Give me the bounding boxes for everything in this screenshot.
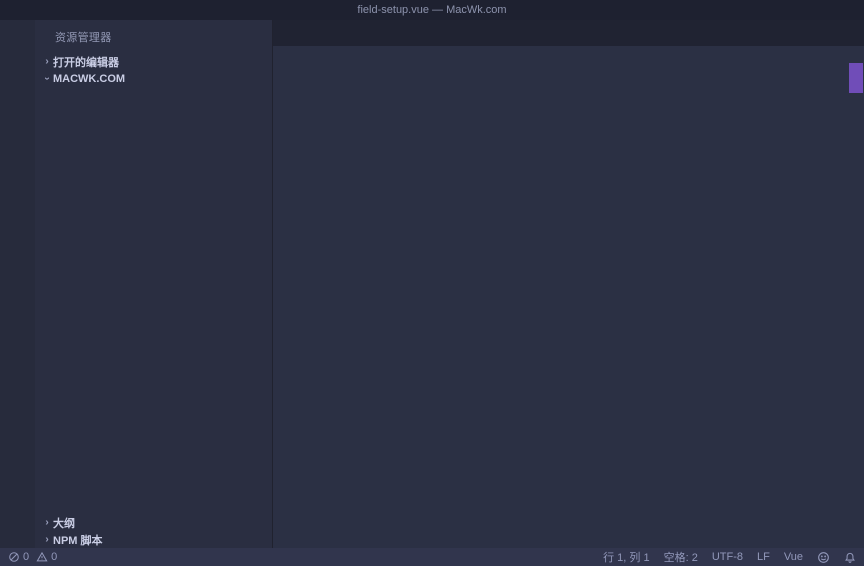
tab-bar (273, 20, 864, 46)
explorer-sidebar: 资源管理器 › 打开的编辑器 › MACWK.COM › 大纲 › NPM 脚本 (35, 20, 272, 548)
editor-group (272, 20, 864, 548)
traffic-lights (9, 4, 61, 16)
status-bar: 0 0 行 1, 列 1 空格: 2 UTF-8 LF Vue (0, 548, 864, 566)
explorer-title: 资源管理器 (35, 20, 272, 53)
open-editors-section[interactable]: › 打开的编辑器 (35, 53, 272, 70)
error-icon (8, 551, 20, 563)
notifications-bell-icon[interactable] (844, 551, 856, 564)
chevron-right-icon: › (41, 534, 53, 545)
problems-indicator[interactable]: 0 0 (8, 551, 57, 563)
minimap[interactable] (818, 63, 848, 548)
workspace-section[interactable]: › MACWK.COM (35, 70, 272, 87)
close-window-button[interactable] (9, 4, 21, 16)
vscode-window: field-setup.vue — MacWk.com 资源管理器 › 打开的编… (0, 0, 864, 566)
cursor-position[interactable]: 行 1, 列 1 (603, 549, 649, 565)
eol-setting[interactable]: LF (757, 551, 770, 563)
code-area[interactable] (273, 63, 864, 548)
warning-count: 0 (51, 551, 57, 563)
error-count: 0 (23, 551, 29, 563)
sidebar-bottom-sections: › 大纲 › NPM 脚本 (35, 514, 272, 548)
scrollbar-thumb[interactable] (849, 63, 863, 93)
chevron-right-icon: › (41, 517, 53, 528)
warning-icon (36, 551, 48, 563)
language-mode[interactable]: Vue (784, 551, 803, 563)
activity-bar (0, 20, 35, 548)
gear-icon[interactable] (0, 508, 35, 542)
outline-section[interactable]: › 大纲 (35, 514, 272, 531)
chevron-right-icon: › (41, 56, 53, 67)
chevron-down-icon: › (42, 73, 53, 85)
workspace-label: MACWK.COM (53, 73, 125, 85)
open-editors-label: 打开的编辑器 (53, 54, 119, 70)
title-bar: field-setup.vue — MacWk.com (0, 0, 864, 20)
npm-scripts-label: NPM 脚本 (53, 532, 103, 548)
window-title: field-setup.vue — MacWk.com (357, 4, 506, 16)
code-lines[interactable] (331, 63, 818, 548)
minimize-window-button[interactable] (29, 4, 41, 16)
indentation-setting[interactable]: 空格: 2 (664, 549, 698, 565)
breadcrumb (273, 46, 864, 63)
npm-scripts-section[interactable]: › NPM 脚本 (35, 531, 272, 548)
feedback-smiley-icon[interactable] (817, 551, 830, 564)
vertical-scrollbar[interactable] (848, 63, 864, 548)
outline-label: 大纲 (53, 515, 75, 531)
encoding-setting[interactable]: UTF-8 (712, 551, 743, 563)
zoom-window-button[interactable] (49, 4, 61, 16)
